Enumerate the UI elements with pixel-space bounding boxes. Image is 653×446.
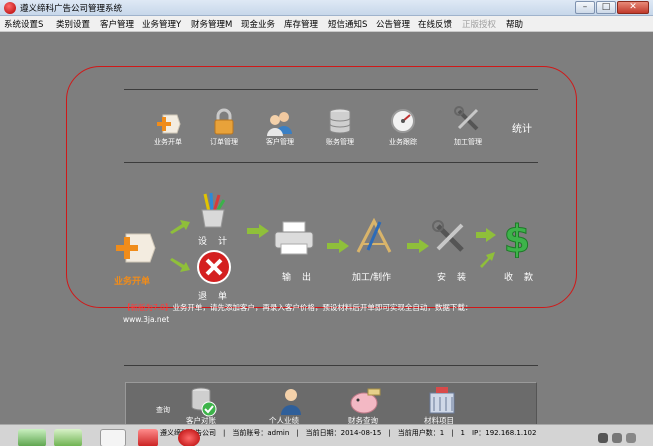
person-icon bbox=[281, 389, 301, 415]
flow-design[interactable] bbox=[196, 192, 230, 228]
tool-account-management[interactable] bbox=[322, 108, 358, 135]
query-personal-performance[interactable] bbox=[276, 387, 306, 415]
database-icon bbox=[329, 108, 351, 134]
menu-announcement[interactable]: 公告管理 bbox=[376, 18, 410, 30]
divider-top bbox=[124, 89, 538, 90]
flow-label-output: 输 出 bbox=[282, 273, 313, 283]
lock-icon bbox=[214, 108, 234, 135]
flow-label-install: 安 装 bbox=[437, 273, 468, 283]
tool-label-account-management: 账务管理 bbox=[326, 138, 354, 146]
flow-label-return-order: 退 单 bbox=[198, 292, 229, 302]
gauge-icon bbox=[391, 109, 415, 133]
arrow-right-icon bbox=[247, 224, 269, 238]
wrench-screwdriver-icon bbox=[432, 220, 464, 252]
menu-finance-management[interactable]: 财务管理M bbox=[191, 18, 232, 30]
divider-bottom bbox=[124, 365, 538, 366]
taskbar-app-icon[interactable] bbox=[18, 429, 46, 446]
wrench-screwdriver-icon bbox=[454, 106, 479, 131]
app-logo-icon bbox=[4, 2, 16, 14]
stats-link[interactable]: 统计 bbox=[512, 120, 532, 135]
arrow-right-icon bbox=[407, 239, 429, 253]
users-icon bbox=[267, 112, 292, 136]
minimize-button[interactable]: – bbox=[575, 1, 595, 14]
query-panel: 查询 客户对账 个人业绩 财务查询 材料项目 bbox=[125, 382, 537, 425]
plus-tag-icon bbox=[116, 233, 156, 263]
menu-cash-business[interactable]: 现金业务 bbox=[241, 18, 275, 30]
arrow-down-right-icon bbox=[170, 258, 190, 272]
close-button[interactable]: ✕ bbox=[617, 1, 649, 14]
query-finance[interactable] bbox=[346, 387, 386, 415]
menu-sms-notification[interactable]: 短信通知S bbox=[328, 18, 367, 30]
flow-processing[interactable] bbox=[354, 218, 394, 254]
flow-output[interactable] bbox=[272, 220, 316, 256]
tool-order-management[interactable] bbox=[206, 108, 242, 135]
flow-return-order[interactable] bbox=[196, 250, 232, 284]
taskbar-app-icon[interactable] bbox=[100, 429, 126, 446]
tool-label-business-tracking: 业务跟踪 bbox=[389, 138, 417, 146]
flow-collect-payment[interactable]: $ bbox=[497, 218, 537, 258]
tool-label-processing-management: 加工管理 bbox=[454, 138, 482, 146]
taskbar-app-icon[interactable] bbox=[138, 429, 158, 446]
status-bar: 遵义缔科广告公司 | 当前账号：admin | 当前日期：2014-08-15 … bbox=[0, 424, 653, 446]
menu-help[interactable]: 帮助 bbox=[506, 18, 523, 30]
tray-icon[interactable] bbox=[598, 433, 608, 443]
flow-label-design: 设 计 bbox=[198, 237, 229, 247]
menu-customer-management[interactable]: 客户管理 bbox=[100, 18, 134, 30]
menu-system-settings[interactable]: 系统设置S bbox=[4, 18, 43, 30]
ruler-pencil-icon bbox=[356, 218, 392, 253]
menu-online-feedback[interactable]: 在线反馈 bbox=[418, 18, 452, 30]
maximize-button[interactable]: □ bbox=[596, 1, 616, 14]
tool-business-order[interactable] bbox=[150, 112, 186, 136]
flow-start-business-order[interactable] bbox=[114, 230, 156, 266]
query-materials[interactable] bbox=[424, 385, 460, 415]
arrow-right-icon bbox=[476, 228, 496, 242]
query-label: 查询 bbox=[156, 406, 170, 414]
database-check-icon bbox=[191, 387, 217, 417]
arrow-up-right-icon bbox=[170, 220, 190, 234]
tool-business-tracking[interactable] bbox=[385, 108, 421, 134]
tool-label-order-management: 订单管理 bbox=[210, 138, 238, 146]
tray-icon[interactable] bbox=[612, 433, 622, 443]
flow-label-processing: 加工/制作 bbox=[352, 273, 392, 283]
flow-install[interactable] bbox=[430, 220, 470, 256]
divider-middle bbox=[124, 162, 538, 163]
dollar-icon: $ bbox=[503, 218, 530, 258]
building-icon bbox=[429, 387, 455, 414]
notice-body: 业务开单，请先添加客户，再录入客户价格，预设材料后开单即可实现全自动，数据下载： bbox=[172, 303, 473, 312]
tool-customer-management[interactable] bbox=[262, 110, 298, 136]
flow-label-collect-payment: 收 款 bbox=[504, 273, 535, 283]
cancel-x-icon bbox=[197, 250, 231, 284]
menu-business-management[interactable]: 业务管理Y bbox=[142, 18, 181, 30]
tool-label-business-order: 业务开单 bbox=[154, 138, 182, 146]
menu-category-settings[interactable]: 类别设置 bbox=[56, 18, 90, 30]
taskbar-app-icon[interactable] bbox=[54, 429, 82, 446]
menu-bar: 系统设置S 类别设置 客户管理 业务管理Y 财务管理M 现金业务 库存管理 短信… bbox=[0, 16, 653, 32]
notice-text: 【新版为7.0】业务开单，请先添加客户，再录入客户价格，预设材料后开单即可实现全… bbox=[123, 302, 543, 326]
menu-inventory-management[interactable]: 库存管理 bbox=[284, 18, 318, 30]
piggy-bank-icon bbox=[350, 388, 381, 414]
notice-url[interactable]: www.3ja.net bbox=[123, 315, 169, 324]
plus-tag-icon bbox=[157, 114, 181, 134]
highlight-outline bbox=[66, 66, 577, 308]
taskbar-app-icon[interactable] bbox=[178, 429, 200, 446]
tool-label-customer-management: 客户管理 bbox=[266, 138, 294, 146]
printer-icon bbox=[274, 221, 314, 255]
status-info: 遵义缔科广告公司 | 当前账号：admin | 当前日期：2014-08-15 … bbox=[160, 429, 537, 437]
arrow-right-icon bbox=[327, 239, 349, 253]
menu-license[interactable]: 正版授权 bbox=[462, 18, 496, 30]
tool-processing-management[interactable] bbox=[450, 106, 486, 134]
arrow-up-right-icon bbox=[480, 252, 495, 268]
title-bar: 遵义缔科广告公司管理系统 – □ ✕ bbox=[0, 0, 653, 16]
window-title: 遵义缔科广告公司管理系统 bbox=[20, 4, 123, 14]
flow-label-business-order: 业务开单 bbox=[114, 277, 151, 287]
pencil-cup-icon bbox=[201, 192, 226, 228]
query-customer-reconciliation[interactable] bbox=[188, 387, 218, 417]
main-canvas: 业务开单 订单管理 客户管理 账务管理 业务跟踪 加工管理 统计 业务开单 设 … bbox=[0, 32, 653, 425]
notice-version: 【新版为7.0】 bbox=[123, 303, 173, 312]
tray-icon[interactable] bbox=[626, 433, 636, 443]
svg-text:$: $ bbox=[504, 218, 530, 258]
